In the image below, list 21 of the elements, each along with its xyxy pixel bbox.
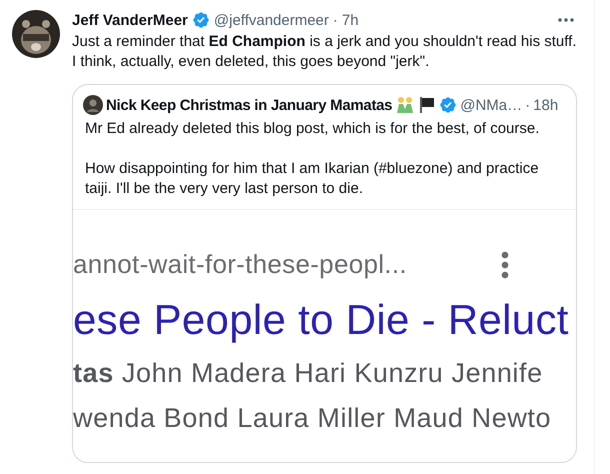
tweet-text: Just a reminder that Ed Champion is a jerk and you shouldn't read his stuff. I think, actually, even deleted, this goes beyond "jerk".: [72, 32, 578, 72]
people-hugging-icon: [395, 96, 416, 114]
separator-dot: ·: [332, 12, 338, 28]
quote-text: How disappointing for him that I am Ikarian (#bluezone) and practice taiji. I'll be the very very last person to die.: [85, 159, 540, 199]
separator-dot: ·: [525, 96, 530, 114]
url-text: annot-wait-for-these-peopl...: [73, 250, 408, 280]
avatar[interactable]: [12, 10, 60, 58]
more-options-icon: [501, 250, 509, 279]
flag-icon: [418, 96, 436, 114]
more-icon[interactable]: [558, 18, 574, 22]
handle[interactable]: @NMa…: [460, 96, 522, 114]
result-title: ese People to Die - Reluct: [73, 296, 570, 344]
author-name[interactable]: Jeff VanderMeer: [72, 12, 188, 28]
snippet-text: tas John Madera Hari Kunzru Jennife: [73, 358, 544, 390]
handle[interactable]: @jeffvandermeer: [214, 12, 329, 28]
timestamp[interactable]: 18h: [533, 96, 558, 114]
quote-text: Mr Ed already deleted this blog post, which is for the best, of course.: [85, 119, 540, 139]
avatar: [83, 95, 103, 115]
timestamp[interactable]: 7h: [342, 12, 359, 28]
author-name[interactable]: Nick Keep Christmas in January Mamatas: [106, 96, 392, 114]
snippet-text: wenda Bond Laura Miller Maud Newto: [73, 403, 552, 434]
